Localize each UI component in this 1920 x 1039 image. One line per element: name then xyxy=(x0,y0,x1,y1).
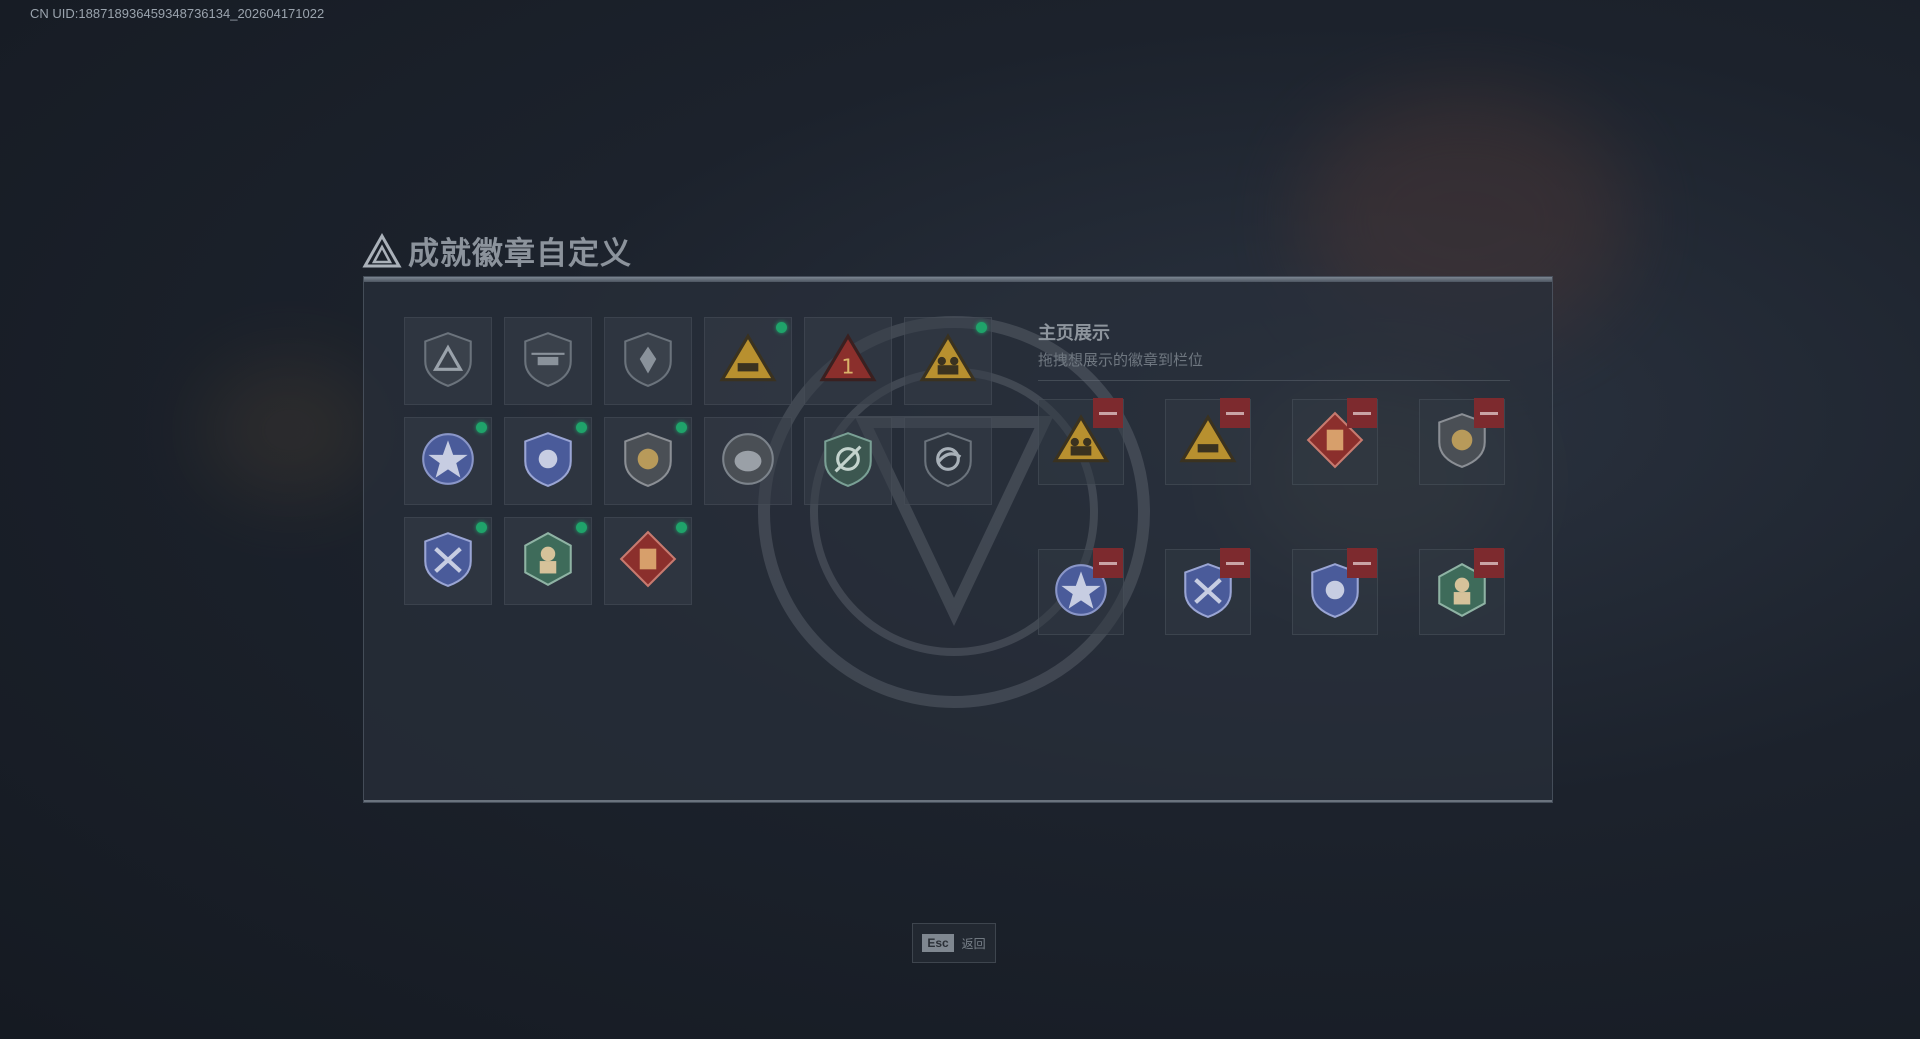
uid-label: CN UID:188718936459348736134_20260417102… xyxy=(30,6,325,21)
minus-icon xyxy=(1480,411,1498,415)
badge-cell[interactable] xyxy=(704,417,792,505)
back-label: 返回 xyxy=(961,936,986,951)
showcase-slot[interactable] xyxy=(1292,398,1378,485)
new-indicator-dot xyxy=(476,522,487,533)
badge-cell[interactable] xyxy=(404,317,492,405)
badge-cell[interactable] xyxy=(804,417,892,505)
badge-cell[interactable] xyxy=(504,317,592,405)
remove-badge-button[interactable] xyxy=(1474,548,1504,578)
triangle-shield-badge-icon xyxy=(417,328,479,394)
panel-bottom-bar xyxy=(364,800,1552,802)
minus-icon xyxy=(1226,561,1244,565)
triangle-logo-icon xyxy=(362,232,402,267)
gold-triangle-soldiers-badge-icon xyxy=(917,328,979,394)
badge-collection-grid: 1 xyxy=(404,317,992,605)
minus-icon xyxy=(1099,411,1117,415)
showcase-subtitle: 拖拽想展示的徽章到栏位 xyxy=(1038,351,1204,369)
esc-key-label: Esc xyxy=(922,934,954,952)
winged-shield-badge-icon xyxy=(617,328,679,394)
minus-icon xyxy=(1099,561,1117,565)
remove-badge-button[interactable] xyxy=(1093,548,1123,578)
remove-badge-button[interactable] xyxy=(1220,398,1250,428)
badge-cell[interactable] xyxy=(504,417,592,505)
showcase-slots xyxy=(1038,398,1505,635)
showcase-slot[interactable] xyxy=(1165,548,1251,635)
blue-star-badge-icon xyxy=(417,428,479,494)
badge-cell[interactable] xyxy=(904,417,992,505)
badge-customize-panel: 1 主页展示 拖拽想展示的徽章到栏位 xyxy=(363,276,1553,803)
remove-badge-button[interactable] xyxy=(1474,398,1504,428)
showcase-slot[interactable] xyxy=(1419,398,1505,485)
new-indicator-dot xyxy=(676,422,687,433)
page-title: 成就徽章自定义 xyxy=(408,236,632,272)
badge-cell[interactable] xyxy=(704,317,792,405)
showcase-title: 主页展示 xyxy=(1038,323,1110,344)
badge-cell[interactable] xyxy=(404,417,492,505)
back-button[interactable]: Esc 返回 xyxy=(912,923,996,963)
round-creature-badge-icon xyxy=(717,428,779,494)
background-glow xyxy=(200,360,380,500)
minus-icon xyxy=(1353,411,1371,415)
showcase-slot[interactable] xyxy=(1292,548,1378,635)
blue-crossed-weapons-badge-icon xyxy=(417,528,479,594)
showcase-slot[interactable] xyxy=(1038,548,1124,635)
police-emblem-badge-icon xyxy=(517,428,579,494)
helicopter-badge-icon xyxy=(517,328,579,394)
crosshair-shield-badge-icon xyxy=(817,428,879,494)
new-indicator-dot xyxy=(576,422,587,433)
showcase-slot[interactable] xyxy=(1038,398,1124,485)
minus-icon xyxy=(1226,411,1244,415)
new-indicator-dot xyxy=(576,522,587,533)
svg-text:1: 1 xyxy=(841,354,854,378)
remove-badge-button[interactable] xyxy=(1220,548,1250,578)
homepage-showcase: 主页展示 拖拽想展示的徽章到栏位 xyxy=(1038,319,1510,635)
gold-triangle-tank-badge-icon xyxy=(717,328,779,394)
minus-icon xyxy=(1480,561,1498,565)
new-indicator-dot xyxy=(476,422,487,433)
panel-top-bar xyxy=(364,277,1552,282)
remove-badge-button[interactable] xyxy=(1347,398,1377,428)
red-diamond-vest-badge-icon xyxy=(617,528,679,594)
red-triangle-number-one-badge-icon: 1 xyxy=(817,328,879,394)
badge-cell[interactable] xyxy=(904,317,992,405)
new-indicator-dot xyxy=(976,322,987,333)
showcase-divider xyxy=(1038,380,1510,381)
badge-cell[interactable]: 1 xyxy=(804,317,892,405)
remove-badge-button[interactable] xyxy=(1093,398,1123,428)
dark-eagle-shield-badge-icon xyxy=(917,428,979,494)
badge-cell[interactable] xyxy=(404,517,492,605)
showcase-slot[interactable] xyxy=(1419,548,1505,635)
page-header: 成就徽章自定义 xyxy=(362,228,632,273)
remove-badge-button[interactable] xyxy=(1347,548,1377,578)
green-hexagon-soldier-badge-icon xyxy=(517,528,579,594)
badge-cell[interactable] xyxy=(504,517,592,605)
new-indicator-dot xyxy=(776,322,787,333)
new-indicator-dot xyxy=(676,522,687,533)
badge-cell[interactable] xyxy=(604,417,692,505)
lion-shield-badge-icon xyxy=(617,428,679,494)
minus-icon xyxy=(1353,561,1371,565)
badge-cell[interactable] xyxy=(604,517,692,605)
badge-cell[interactable] xyxy=(604,317,692,405)
showcase-slot[interactable] xyxy=(1165,398,1251,485)
